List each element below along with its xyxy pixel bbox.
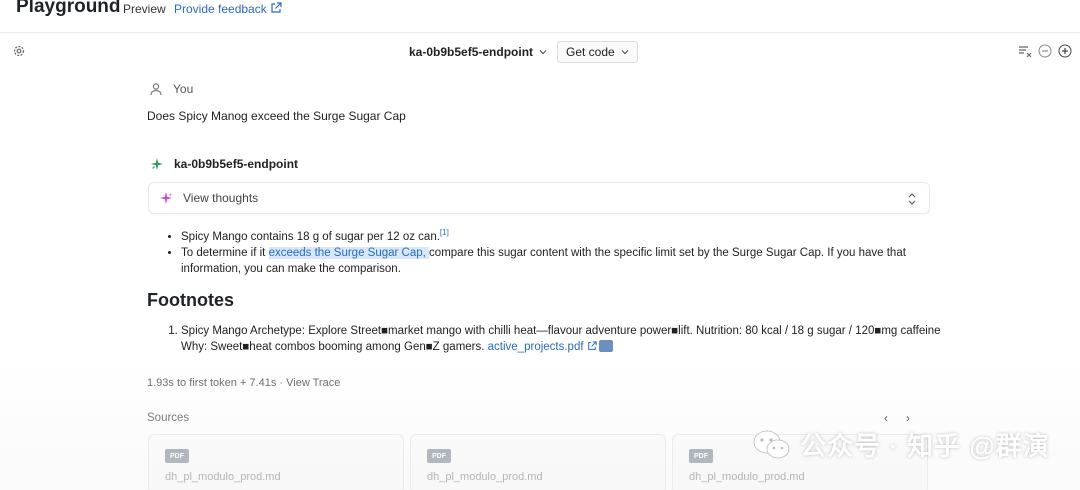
- answer-bullet-text: To determine if it: [181, 246, 269, 259]
- endpoint-select[interactable]: ka-0b9b5ef5-endpoint: [405, 41, 551, 63]
- top-bar: Playground Preview Provide feedback: [0, 0, 1080, 22]
- user-icon: [150, 83, 162, 96]
- sources-nav: ‹ ›: [884, 411, 910, 425]
- sources-heading: Sources: [147, 412, 190, 424]
- answer-bullet: To determine if it exceeds the Surge Sug…: [181, 245, 937, 277]
- user-message-header: You: [149, 82, 193, 96]
- view-trace-link[interactable]: View Trace: [286, 377, 340, 389]
- toolbar: ka-0b9b5ef5-endpoint Get code: [0, 32, 1080, 68]
- return-icon[interactable]: [598, 340, 613, 352]
- sparkle-icon: [151, 158, 163, 170]
- app-title: Playground: [16, 0, 121, 17]
- wechat-logo-icon: [753, 430, 790, 458]
- watermark: 公众号 · 知乎 @群演: [752, 426, 1050, 463]
- preview-label: Preview: [123, 2, 166, 16]
- sources-next-button[interactable]: ›: [906, 411, 910, 425]
- source-card[interactable]: PDF dh_pl_modulo_prod.md: [148, 434, 404, 490]
- citation-ref[interactable]: [1]: [440, 228, 449, 237]
- source-title: dh_pl_modulo_prod.md: [165, 471, 281, 483]
- sources-prev-button[interactable]: ‹: [884, 411, 888, 425]
- toolbar-right-actions: [1018, 44, 1072, 58]
- pdf-icon: PDF: [427, 449, 451, 463]
- provide-feedback-link[interactable]: Provide feedback: [174, 2, 267, 16]
- sparkle-icon: [160, 192, 173, 204]
- source-card[interactable]: PDF dh_pl_modulo_prod.md: [410, 434, 666, 490]
- gear-icon[interactable]: [12, 44, 26, 58]
- view-thoughts-toggle[interactable]: View thoughts: [148, 182, 930, 214]
- footnote-source-link[interactable]: active_projects.pdf: [488, 341, 584, 353]
- external-link-icon[interactable]: [587, 341, 597, 351]
- chevron-down-icon: [621, 50, 629, 55]
- pdf-icon: PDF: [689, 449, 713, 463]
- timing-text: 1.93s to first token + 7.41s: [147, 377, 277, 389]
- source-title: dh_pl_modulo_prod.md: [427, 471, 543, 483]
- timing-separator: ·: [279, 377, 284, 389]
- response-timing: 1.93s to first token + 7.41s · View Trac…: [147, 377, 340, 389]
- footnote-item: Spicy Mango Archetype: Explore Street■ma…: [181, 323, 945, 355]
- external-link-icon[interactable]: [270, 2, 282, 14]
- footnotes-list: Spicy Mango Archetype: Explore Street■ma…: [165, 323, 945, 355]
- endpoint-select-label: ka-0b9b5ef5-endpoint: [409, 45, 534, 59]
- assistant-answer-list: Spicy Mango contains 18 g of sugar per 1…: [167, 225, 937, 277]
- pdf-icon: PDF: [165, 449, 189, 463]
- clear-chat-icon[interactable]: [1018, 44, 1032, 58]
- expand-collapse-icon: [908, 193, 916, 205]
- get-code-label: Get code: [566, 45, 615, 59]
- chevron-down-icon: [539, 50, 547, 55]
- assistant-message-header: ka-0b9b5ef5-endpoint: [150, 157, 298, 171]
- source-title: dh_pl_modulo_prod.md: [689, 471, 805, 483]
- view-thoughts-label: View thoughts: [183, 191, 259, 205]
- user-label: You: [173, 82, 194, 96]
- highlighted-text: exceeds the Surge Sugar Cap,: [268, 246, 430, 259]
- answer-bullet: Spicy Mango contains 18 g of sugar per 1…: [181, 225, 937, 245]
- user-message: Does Spicy Manog exceed the Surge Sugar …: [147, 109, 406, 123]
- answer-bullet-text: Spicy Mango contains 18 g of sugar per 1…: [181, 230, 440, 243]
- add-icon[interactable]: [1058, 44, 1072, 58]
- assistant-label: ka-0b9b5ef5-endpoint: [174, 157, 299, 171]
- watermark-text: 公众号 · 知乎 @群演: [800, 431, 1050, 461]
- footnotes-heading: Footnotes: [147, 290, 234, 310]
- remove-icon[interactable]: [1038, 44, 1052, 58]
- get-code-button[interactable]: Get code: [557, 41, 638, 63]
